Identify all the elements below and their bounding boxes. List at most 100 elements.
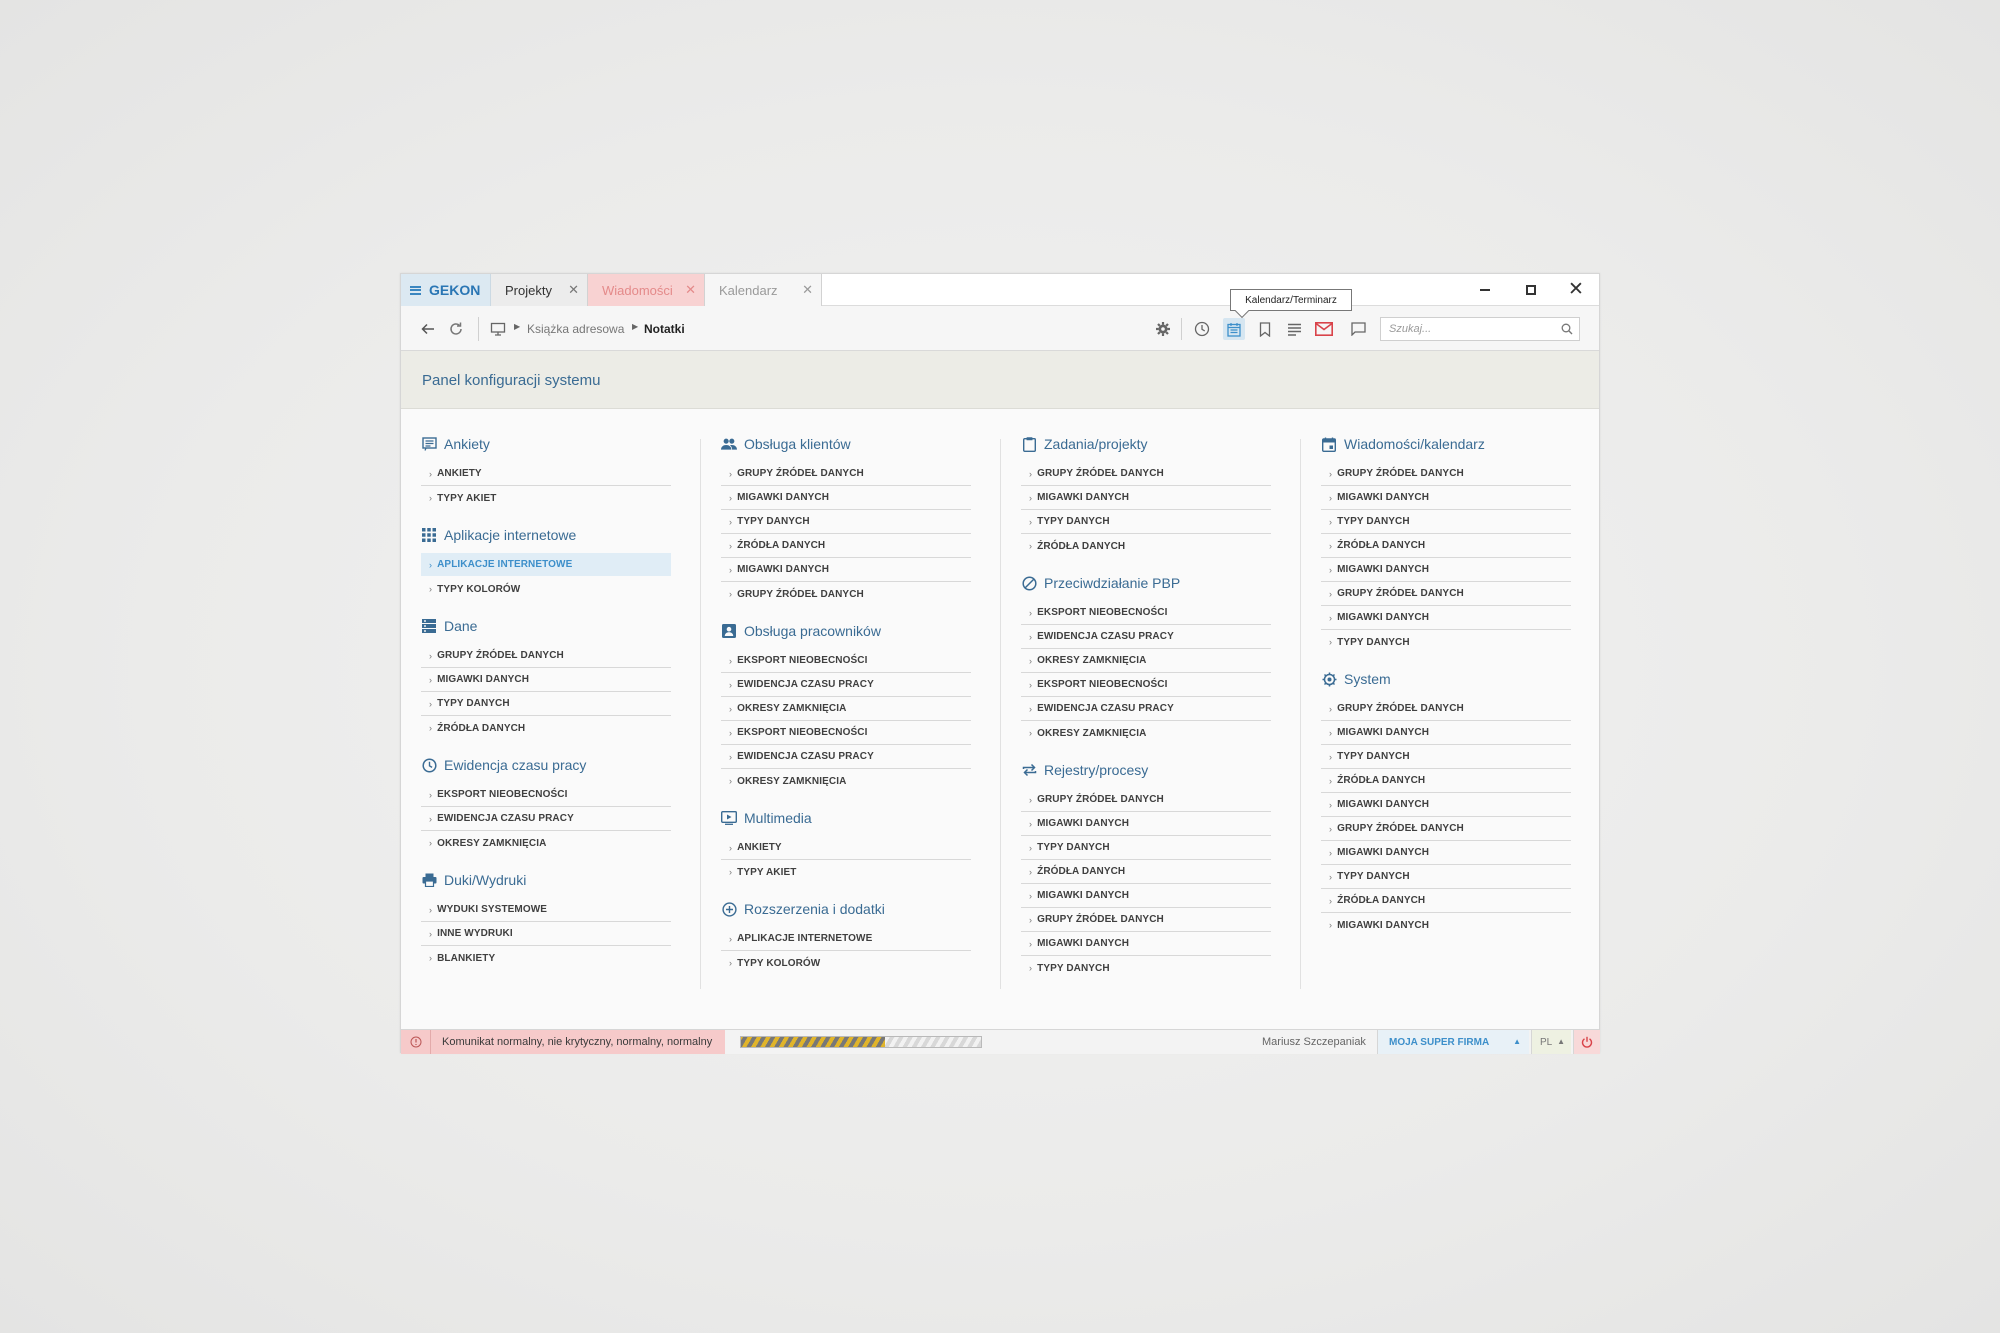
config-link[interactable]: › MIGAWKI DANYCH xyxy=(1321,486,1571,510)
config-link[interactable]: › GRUPY ŹRÓDEŁ DANYCH xyxy=(421,644,671,668)
tab-wiadomosci[interactable]: Wiadomości ✕ xyxy=(588,274,705,306)
config-link[interactable]: › EWIDENCJA CZASU PRACY xyxy=(1021,697,1271,721)
user-name[interactable]: Mariusz Szczepaniak xyxy=(1262,1036,1366,1048)
config-link[interactable]: › EKSPORT NIEOBECNOŚCI xyxy=(721,649,971,673)
config-link[interactable]: › BLANKIETY xyxy=(421,946,671,970)
config-link[interactable]: › OKRESY ZAMKNIĘCIA xyxy=(721,697,971,721)
config-link[interactable]: › EWIDENCJA CZASU PRACY xyxy=(1021,625,1271,649)
config-link[interactable]: › TYPY DANYCH xyxy=(1321,745,1571,769)
config-link[interactable]: › TYPY AKIET xyxy=(421,486,671,510)
close-icon[interactable]: ✕ xyxy=(685,283,696,297)
config-link[interactable]: › ŹRÓDŁA DANYCH xyxy=(1321,769,1571,793)
config-link[interactable]: › OKRESY ZAMKNIĘCIA xyxy=(721,769,971,793)
config-link[interactable]: › MIGAWKI DANYCH xyxy=(1021,884,1271,908)
config-link-label: APLIKACJE INTERNETOWE xyxy=(437,559,573,570)
config-link[interactable]: › MIGAWKI DANYCH xyxy=(1321,793,1571,817)
config-link[interactable]: › OKRESY ZAMKNIĘCIA xyxy=(1021,721,1271,745)
config-link[interactable]: › TYPY DANYCH xyxy=(1021,956,1271,980)
config-link[interactable]: › GRUPY ŹRÓDEŁ DANYCH xyxy=(721,462,971,486)
config-link[interactable]: › TYPY DANYCH xyxy=(1321,630,1571,654)
config-link[interactable]: › ŹRÓDŁA DANYCH xyxy=(1321,534,1571,558)
language-select[interactable]: PL ▲ xyxy=(1531,1030,1571,1054)
config-link[interactable]: › ANKIETY xyxy=(721,836,971,860)
config-link[interactable]: › WYDUKI SYSTEMOWE xyxy=(421,898,671,922)
config-link[interactable]: › TYPY DANYCH xyxy=(721,510,971,534)
config-link[interactable]: › ŹRÓDŁA DANYCH xyxy=(1021,860,1271,884)
config-link[interactable]: › TYPY DANYCH xyxy=(421,692,671,716)
search-input[interactable]: Szukaj... xyxy=(1380,317,1580,341)
group-item-list: › ANKIETY › TYPY AKIET xyxy=(421,462,671,510)
close-icon[interactable]: ✕ xyxy=(802,283,813,297)
search-icon[interactable] xyxy=(1561,323,1573,338)
config-link[interactable]: › EKSPORT NIEOBECNOŚCI xyxy=(1021,601,1271,625)
config-link[interactable]: › GRUPY ŹRÓDEŁ DANYCH xyxy=(1021,788,1271,812)
config-link[interactable]: › EKSPORT NIEOBECNOŚCI xyxy=(421,783,671,807)
config-link[interactable]: › GRUPY ŹRÓDEŁ DANYCH xyxy=(1321,582,1571,606)
config-link[interactable]: › ŹRÓDŁA DANYCH xyxy=(421,716,671,740)
config-link[interactable]: › APLIKACJE INTERNETOWE xyxy=(721,927,971,951)
config-link-label: EWIDENCJA CZASU PRACY xyxy=(737,751,874,762)
power-button[interactable] xyxy=(1573,1030,1600,1054)
config-link[interactable]: › TYPY AKIET xyxy=(721,860,971,884)
mail-icon[interactable] xyxy=(1313,318,1335,340)
config-link[interactable]: › INNE WYDRUKI xyxy=(421,922,671,946)
config-link[interactable]: › TYPY DANYCH xyxy=(1321,510,1571,534)
desktop-icon[interactable] xyxy=(489,320,507,338)
clock-icon[interactable] xyxy=(1191,318,1213,340)
config-link[interactable]: › MIGAWKI DANYCH xyxy=(1321,913,1571,937)
calendar-event-icon xyxy=(1321,436,1337,452)
config-link[interactable]: › EWIDENCJA CZASU PRACY xyxy=(721,673,971,697)
close-icon[interactable]: ✕ xyxy=(568,283,579,297)
caret-up-icon: ▲ xyxy=(1557,1037,1565,1046)
config-link[interactable]: › TYPY KOLORÓW xyxy=(421,577,671,601)
bookmark-icon[interactable] xyxy=(1254,318,1276,340)
config-link[interactable]: › OKRESY ZAMKNIĘCIA xyxy=(421,831,671,855)
config-link[interactable]: › EWIDENCJA CZASU PRACY xyxy=(721,745,971,769)
config-link[interactable]: › GRUPY ŹRÓDEŁ DANYCH xyxy=(1321,462,1571,486)
config-link[interactable]: › MIGAWKI DANYCH xyxy=(421,668,671,692)
refresh-icon[interactable] xyxy=(447,320,465,338)
notes-list-icon[interactable] xyxy=(1283,318,1305,340)
config-link[interactable]: › MIGAWKI DANYCH xyxy=(1321,558,1571,582)
tab-kalendarz[interactable]: Kalendarz ✕ xyxy=(705,274,822,306)
calendar-icon[interactable] xyxy=(1223,318,1245,340)
back-arrow-icon[interactable] xyxy=(419,320,437,338)
config-link[interactable]: › MIGAWKI DANYCH xyxy=(1321,606,1571,630)
config-link[interactable]: › MIGAWKI DANYCH xyxy=(1021,932,1271,956)
breadcrumb-item[interactable]: Książka adresowa xyxy=(527,322,624,336)
minimize-button[interactable] xyxy=(1475,280,1495,300)
config-link[interactable]: › APLIKACJE INTERNETOWE xyxy=(421,553,671,577)
config-link[interactable]: › MIGAWKI DANYCH xyxy=(721,486,971,510)
app-menu-button[interactable]: GEKON xyxy=(401,274,491,306)
gear-icon[interactable] xyxy=(1152,318,1174,340)
config-link[interactable]: › EKSPORT NIEOBECNOŚCI xyxy=(1021,673,1271,697)
config-link[interactable]: › MIGAWKI DANYCH xyxy=(1021,486,1271,510)
maximize-button[interactable] xyxy=(1521,280,1541,300)
config-link[interactable]: › OKRESY ZAMKNIĘCIA xyxy=(1021,649,1271,673)
window-close-button[interactable]: ✕ xyxy=(1566,280,1586,300)
config-link[interactable]: › TYPY KOLORÓW xyxy=(721,951,971,975)
config-link[interactable]: › MIGAWKI DANYCH xyxy=(1321,721,1571,745)
group-title: Duki/Wydruki xyxy=(444,872,527,888)
config-link[interactable]: › GRUPY ŹRÓDEŁ DANYCH xyxy=(1021,462,1271,486)
tab-projekty[interactable]: Projekty ✕ xyxy=(491,274,588,306)
config-link[interactable]: › TYPY DANYCH xyxy=(1321,865,1571,889)
config-link[interactable]: › GRUPY ŹRÓDEŁ DANYCH xyxy=(721,582,971,606)
chevron-right-icon: › xyxy=(1329,920,1333,930)
config-link[interactable]: › ŹRÓDŁA DANYCH xyxy=(721,534,971,558)
config-link[interactable]: › MIGAWKI DANYCH xyxy=(1321,841,1571,865)
config-link[interactable]: › GRUPY ŹRÓDEŁ DANYCH xyxy=(1321,817,1571,841)
config-link[interactable]: › TYPY DANYCH xyxy=(1021,836,1271,860)
config-link[interactable]: › GRUPY ŹRÓDEŁ DANYCH xyxy=(1021,908,1271,932)
config-link[interactable]: › EWIDENCJA CZASU PRACY xyxy=(421,807,671,831)
config-link[interactable]: › ŹRÓDŁA DANYCH xyxy=(1321,889,1571,913)
config-link[interactable]: › ŹRÓDŁA DANYCH xyxy=(1021,534,1271,558)
config-link[interactable]: › ANKIETY xyxy=(421,462,671,486)
config-link[interactable]: › TYPY DANYCH xyxy=(1021,510,1271,534)
config-link[interactable]: › MIGAWKI DANYCH xyxy=(1021,812,1271,836)
config-link[interactable]: › MIGAWKI DANYCH xyxy=(721,558,971,582)
chat-icon[interactable] xyxy=(1347,318,1369,340)
config-link[interactable]: › GRUPY ŹRÓDEŁ DANYCH xyxy=(1321,697,1571,721)
company-select[interactable]: MOJA SUPER FIRMA ▲ xyxy=(1377,1030,1529,1054)
config-link[interactable]: › EKSPORT NIEOBECNOŚCI xyxy=(721,721,971,745)
